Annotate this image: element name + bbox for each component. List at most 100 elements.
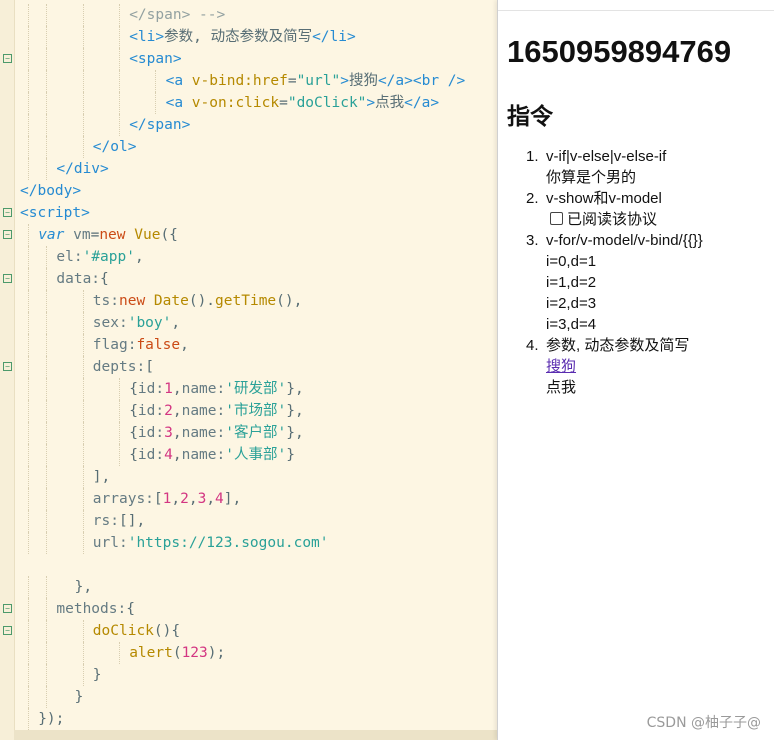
list-item-label: v-if|v-else|v-else-if bbox=[546, 148, 667, 165]
code-token: , bbox=[171, 315, 181, 331]
code-text: } bbox=[75, 687, 84, 707]
code-line: <a v-bind:href="url">搜狗</a><br /> bbox=[0, 70, 497, 92]
code-text: data:{ bbox=[56, 269, 108, 289]
indent-guide bbox=[46, 378, 48, 400]
code-token: url: bbox=[92, 535, 128, 551]
code-text: {id:4,name:'人事部'} bbox=[129, 445, 295, 465]
code-line: − data:{ bbox=[0, 268, 497, 290]
csdn-watermark: CSDN @柚子子@ bbox=[646, 715, 761, 731]
code-token: name: bbox=[181, 447, 226, 463]
indent-guide bbox=[46, 312, 48, 334]
indent-guide bbox=[82, 26, 84, 48]
code-token: = bbox=[90, 227, 100, 243]
indent-guide bbox=[46, 48, 48, 70]
code-text: }); bbox=[38, 709, 64, 729]
code-token: }); bbox=[38, 711, 65, 727]
fold-toggle-icon[interactable]: − bbox=[3, 208, 12, 217]
indent-guide bbox=[28, 26, 29, 48]
code-token: '人事部' bbox=[225, 447, 287, 463]
indent-guide bbox=[28, 598, 29, 620]
code-token: 搜狗 bbox=[348, 73, 378, 89]
code-token: '研发部' bbox=[225, 381, 287, 397]
code-token: , bbox=[206, 491, 216, 507]
code-token: <script> bbox=[20, 205, 90, 221]
fold-toggle-icon[interactable]: − bbox=[3, 626, 12, 635]
code-token: { bbox=[100, 271, 109, 287]
fold-toggle-icon[interactable]: − bbox=[3, 274, 12, 283]
code-line: </div> bbox=[0, 158, 497, 180]
code-token: id: bbox=[137, 403, 165, 419]
timestamp-heading: 1650959894769 bbox=[507, 34, 732, 69]
code-token: false bbox=[136, 337, 181, 353]
indent-guide bbox=[119, 92, 120, 114]
code-token: { bbox=[129, 425, 138, 441]
code-token: > bbox=[340, 73, 349, 89]
code-token: </ol> bbox=[92, 139, 137, 155]
code-line: − methods:{ bbox=[0, 598, 497, 620]
code-token: getTime bbox=[215, 293, 277, 309]
code-token: }, bbox=[286, 381, 304, 397]
code-token: name: bbox=[181, 403, 226, 419]
code-token: var bbox=[38, 227, 74, 243]
code-text: ], bbox=[93, 467, 110, 487]
indent-guide bbox=[82, 466, 84, 488]
code-token: { bbox=[129, 381, 138, 397]
indent-guide bbox=[82, 510, 84, 532]
code-line: </ol> bbox=[0, 136, 497, 158]
indent-guide bbox=[28, 158, 29, 180]
indent-guide bbox=[28, 70, 29, 92]
horizontal-scrollbar[interactable] bbox=[14, 730, 497, 740]
indent-guide bbox=[46, 598, 48, 620]
code-line: flag:false, bbox=[0, 334, 497, 356]
indent-guide bbox=[28, 708, 29, 730]
code-line: ts:new Date().getTime(), bbox=[0, 290, 497, 312]
click-me-link[interactable]: 点我 bbox=[546, 379, 576, 396]
code-line: </body> bbox=[0, 180, 497, 202]
code-token: }, bbox=[286, 425, 304, 441]
code-line: url:'https://123.sogou.com' bbox=[0, 532, 497, 554]
code-token: el: bbox=[56, 249, 83, 265]
indent-guide bbox=[119, 400, 120, 422]
indent-guide bbox=[46, 290, 48, 312]
list-number: 2. bbox=[526, 190, 539, 207]
code-token: name: bbox=[181, 425, 226, 441]
loop-row: i=0,d=1 bbox=[546, 253, 597, 270]
code-token: 3 bbox=[164, 425, 173, 441]
code-token: , bbox=[188, 491, 198, 507]
code-line: {id:2,name:'市场部'}, bbox=[0, 400, 497, 422]
code-token: > bbox=[366, 95, 376, 111]
code-text: {id:2,name:'市场部'}, bbox=[129, 401, 304, 421]
code-token: { bbox=[129, 403, 138, 419]
agreement-checkbox-row[interactable]: 已阅读该协议 bbox=[546, 209, 703, 230]
list-number: 1. bbox=[526, 148, 539, 165]
indent-guide bbox=[119, 642, 120, 664]
fold-toggle-icon[interactable]: − bbox=[3, 604, 12, 613]
code-text: </span> --> bbox=[129, 5, 225, 25]
code-token: <span> bbox=[129, 51, 182, 67]
indent-guide bbox=[46, 422, 48, 444]
code-line: </span> --> bbox=[0, 4, 497, 26]
indent-guide bbox=[82, 136, 84, 158]
code-text: arrays:[1,2,3,4], bbox=[93, 489, 241, 509]
code-token: id: bbox=[137, 381, 165, 397]
indent-guide bbox=[28, 400, 29, 422]
indent-guide bbox=[46, 664, 48, 686]
list-number: 4. bbox=[526, 337, 539, 354]
indent-guide bbox=[82, 488, 84, 510]
code-token: , bbox=[172, 425, 182, 441]
sogou-link[interactable]: 搜狗 bbox=[546, 358, 576, 375]
indent-guide bbox=[28, 334, 29, 356]
fold-toggle-icon[interactable]: − bbox=[3, 54, 12, 63]
indent-guide bbox=[82, 312, 84, 334]
code-editor[interactable]: </span> --> <li>参数, 动态参数及简写</li> − <span> <a… bbox=[0, 0, 497, 740]
code-line: − doClick(){ bbox=[0, 620, 497, 642]
fold-toggle-icon[interactable]: − bbox=[3, 230, 12, 239]
indent-guide bbox=[46, 532, 48, 554]
code-line: } bbox=[0, 664, 497, 686]
code-token: <a bbox=[165, 73, 192, 89]
indent-guide bbox=[46, 356, 48, 378]
agreement-checkbox[interactable] bbox=[550, 212, 563, 225]
fold-toggle-icon[interactable]: − bbox=[3, 362, 12, 371]
code-text: </body> bbox=[20, 181, 81, 201]
